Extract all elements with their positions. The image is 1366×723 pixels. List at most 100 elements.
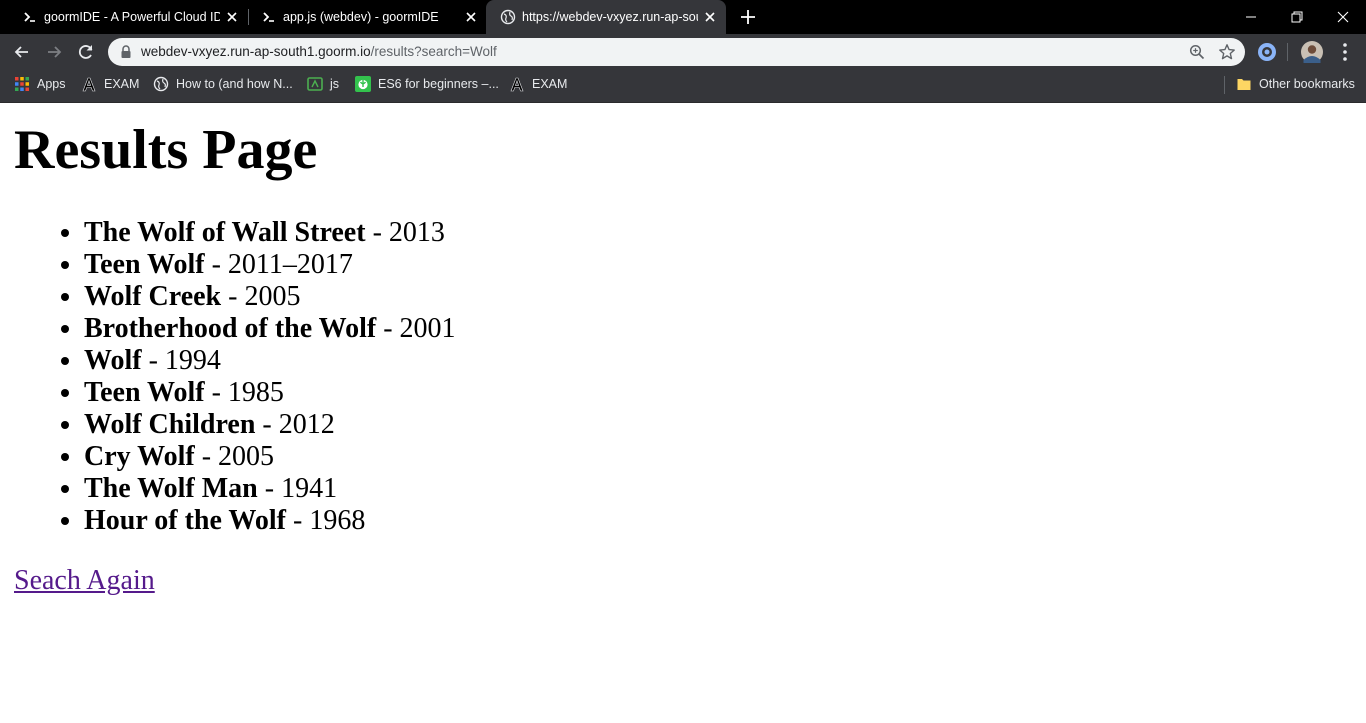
minimize-button[interactable] (1228, 0, 1274, 34)
list-item: Wolf Children - 2012 (84, 409, 456, 441)
result-title: Teen Wolf (84, 377, 205, 408)
result-year: 2005 (218, 441, 275, 472)
close-icon (1337, 11, 1349, 23)
result-year: 2005 (244, 281, 301, 312)
result-title: Hour of the Wolf (84, 505, 286, 536)
globe-icon (153, 76, 169, 92)
bookmark-js[interactable]: js (307, 70, 339, 98)
result-year: 2013 (388, 217, 445, 248)
result-title: The Wolf of Wall Street (84, 217, 366, 248)
list-item: Brotherhood of the Wolf - 2001 (84, 313, 456, 345)
rebel-icon (355, 76, 371, 92)
result-year: 1985 (227, 377, 284, 408)
letter-a-icon (82, 77, 96, 92)
restore-button[interactable] (1274, 0, 1320, 34)
close-icon[interactable] (702, 9, 718, 25)
result-title: Teen Wolf (84, 249, 205, 280)
search-again-link[interactable]: Seach Again (14, 565, 155, 597)
result-title: Cry Wolf (84, 441, 195, 472)
result-year: 2012 (278, 409, 335, 440)
apps-grid-icon (15, 77, 29, 91)
result-separator: - (285, 505, 310, 536)
result-separator: - (221, 281, 245, 312)
result-title: Brotherhood of the Wolf (84, 313, 377, 344)
lock-icon[interactable] (120, 45, 132, 59)
tab-app-js[interactable]: app.js (webdev) - goormIDE (247, 0, 486, 34)
back-arrow-icon[interactable] (12, 42, 32, 62)
globe-icon (500, 9, 516, 25)
terminal-icon (263, 12, 274, 22)
close-icon[interactable] (463, 9, 479, 25)
result-separator: - (255, 409, 279, 440)
result-year: 1968 (309, 505, 366, 536)
list-item: Wolf - 1994 (84, 345, 456, 377)
tab-goormide[interactable]: goormIDE - A Powerful Cloud IDE (8, 0, 247, 34)
result-separator: - (257, 473, 282, 504)
url-text[interactable]: webdev-vxyez.run-ap-south1.goorm.io/resu… (141, 38, 497, 66)
list-item: The Wolf of Wall Street - 2013 (84, 217, 456, 249)
list-item: The Wolf Man - 1941 (84, 473, 456, 505)
terminal-icon (24, 12, 35, 22)
avatar[interactable] (1300, 40, 1324, 64)
list-item: Teen Wolf - 1985 (84, 377, 456, 409)
bookmark-label: How to (and how N... (176, 77, 293, 91)
folder-icon (1237, 79, 1251, 90)
list-item: Teen Wolf - 2011–2017 (84, 249, 456, 281)
url-host: webdev-vxyez.run-ap-south1.goorm.io (141, 44, 371, 59)
result-separator: - (376, 313, 400, 344)
result-title: The Wolf Man (84, 473, 258, 504)
result-title: Wolf Children (84, 409, 256, 440)
bookmarks-bar: Apps EXAM How to (and how N... js ES6 fo… (0, 70, 1366, 103)
bookmark-label: ES6 for beginners –... (378, 77, 499, 91)
restore-icon (1291, 11, 1303, 23)
list-item: Cry Wolf - 2005 (84, 441, 456, 473)
page-content: Results Page The Wolf of Wall Street - 2… (0, 103, 1366, 723)
tab-title: goormIDE - A Powerful Cloud IDE (44, 10, 220, 24)
browser-toolbar: webdev-vxyez.run-ap-south1.goorm.io/resu… (0, 34, 1366, 70)
result-title: Wolf (84, 345, 142, 376)
bookmark-es6[interactable]: ES6 for beginners –... (355, 70, 499, 98)
bookmark-label: Other bookmarks (1259, 77, 1355, 91)
page-title: Results Page (14, 119, 318, 181)
letter-a-icon (510, 77, 524, 92)
js-icon (307, 77, 323, 91)
bookmark-other-bookmarks[interactable]: Other bookmarks (1236, 70, 1355, 98)
forward-arrow-icon[interactable] (44, 42, 64, 62)
list-item: Hour of the Wolf - 1968 (84, 505, 456, 537)
extension-icon[interactable] (1255, 40, 1279, 64)
bookmark-exam-1[interactable]: EXAM (81, 70, 139, 98)
new-tab-icon[interactable] (739, 8, 757, 26)
tab-strip: goormIDE - A Powerful Cloud IDE app.js (… (0, 0, 1366, 34)
result-year: 2011–2017 (227, 249, 353, 280)
close-window-button[interactable] (1320, 0, 1366, 34)
minimize-icon (1246, 16, 1256, 18)
bookmark-apps[interactable]: Apps (14, 70, 66, 98)
result-separator: - (204, 377, 228, 408)
bookmarks-separator (1224, 76, 1225, 94)
url-path: /results?search=Wolf (370, 44, 497, 59)
result-separator: - (365, 217, 389, 248)
reload-icon[interactable] (76, 42, 96, 62)
tab-title: app.js (webdev) - goormIDE (283, 10, 439, 24)
zoom-icon[interactable] (1189, 44, 1205, 60)
results-list: The Wolf of Wall Street - 2013Teen Wolf … (44, 217, 456, 537)
toolbar-separator (1287, 43, 1288, 61)
result-separator: - (204, 249, 228, 280)
result-year: 2001 (399, 313, 456, 344)
bookmark-label: Apps (37, 77, 66, 91)
bookmark-star-icon[interactable] (1218, 43, 1236, 61)
tab-title: https://webdev-vxyez.run-ap-south1.goorm… (522, 10, 698, 24)
result-separator: - (194, 441, 219, 472)
bookmark-exam-2[interactable]: EXAM (509, 70, 567, 98)
bookmark-label: EXAM (532, 77, 568, 91)
result-year: 1941 (281, 473, 338, 504)
bookmark-label: EXAM (104, 77, 140, 91)
tab-results[interactable]: https://webdev-vxyez.run-ap-south1.goorm… (486, 0, 726, 34)
result-title: Wolf Creek (84, 281, 222, 312)
bookmark-how-to[interactable]: How to (and how N... (153, 70, 293, 98)
bookmark-label: js (330, 77, 340, 91)
menu-kebab-icon[interactable] (1335, 40, 1355, 64)
close-icon[interactable] (224, 9, 240, 25)
result-separator: - (141, 345, 165, 376)
address-bar[interactable]: webdev-vxyez.run-ap-south1.goorm.io/resu… (108, 38, 1245, 66)
